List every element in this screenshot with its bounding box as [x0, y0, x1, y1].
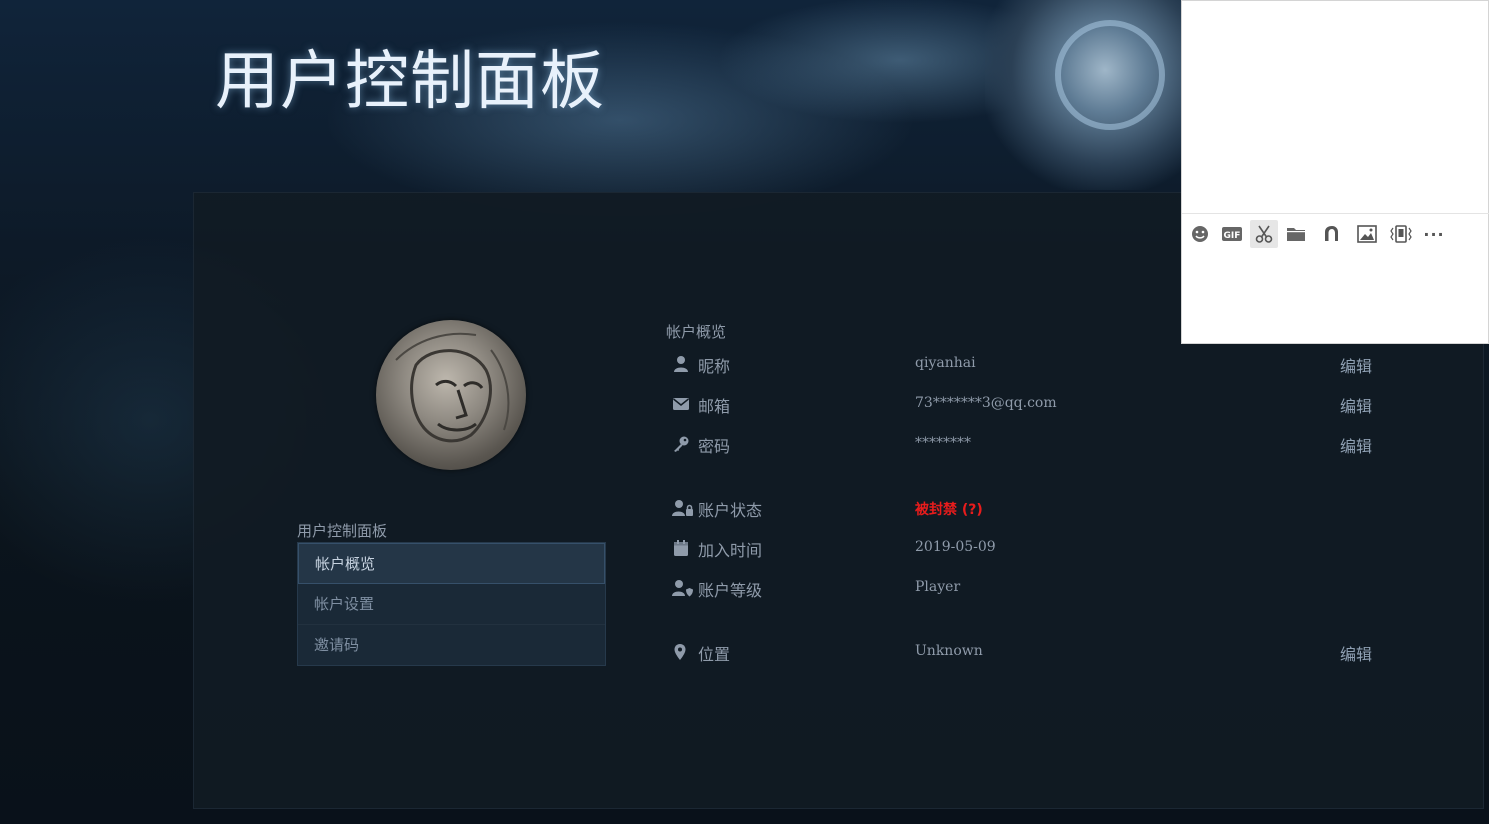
chat-toolbar: GIF ··· [1182, 213, 1489, 253]
page-title: 用户控制面板 [215, 45, 605, 119]
armor-artwork-ring [1055, 20, 1165, 130]
user-shield-icon [672, 579, 694, 597]
music-icon[interactable] [1317, 220, 1345, 248]
password-label: 密码 [698, 437, 731, 456]
emoji-icon[interactable] [1186, 220, 1214, 248]
join-date-value: 2019-05-09 [915, 539, 996, 555]
edit-password-link[interactable]: 编辑 [1340, 433, 1372, 457]
chat-input-window[interactable]: GIF ··· [1181, 0, 1489, 344]
nickname-label: 昵称 [698, 357, 731, 376]
sidebar-menu: 帐户概览 帐户设置 邀请码 [297, 542, 606, 666]
account-level-label: 账户等级 [698, 581, 763, 600]
gif-icon[interactable]: GIF [1218, 220, 1246, 248]
folder-icon[interactable] [1282, 220, 1310, 248]
user-icon [672, 355, 690, 373]
user-lock-icon [672, 499, 694, 517]
email-value: 73*******3@qq.com [915, 395, 1057, 411]
account-level-value: Player [915, 579, 961, 595]
join-date-row: 加入时间 2019-05-09 [672, 536, 1392, 560]
password-value: ******** [915, 435, 971, 451]
shake-icon[interactable] [1387, 220, 1415, 248]
nickname-row: 昵称 qiyanhai 编辑 [672, 352, 1392, 376]
email-label: 邮箱 [698, 397, 731, 416]
password-row: 密码 ******** 编辑 [672, 432, 1392, 456]
edit-nickname-link[interactable]: 编辑 [1340, 353, 1372, 377]
edit-email-link[interactable]: 编辑 [1340, 393, 1372, 417]
avatar-illustration [395, 332, 510, 443]
email-row: 邮箱 73*******3@qq.com 编辑 [672, 392, 1392, 416]
sidebar-heading: 用户控制面板 [297, 522, 388, 540]
location-value: Unknown [915, 643, 983, 659]
edit-location-link[interactable]: 编辑 [1340, 641, 1372, 665]
scissors-icon[interactable] [1250, 220, 1278, 248]
account-level-row: 账户等级 Player [672, 576, 1392, 600]
account-status-value[interactable]: 被封禁 (?) [915, 499, 983, 519]
sidebar-item-invite-code[interactable]: 邀请码 [298, 625, 605, 665]
location-row: 位置 Unknown 编辑 [672, 640, 1392, 664]
more-icon[interactable]: ··· [1420, 220, 1448, 248]
calendar-icon [672, 539, 690, 557]
sidebar-item-account-overview[interactable]: 帐户概览 [298, 543, 605, 584]
nickname-value: qiyanhai [915, 355, 976, 371]
map-marker-icon [672, 643, 690, 661]
key-icon [672, 435, 690, 453]
image-icon[interactable] [1353, 220, 1381, 248]
section-title: 帐户概览 [666, 323, 727, 341]
sidebar-item-account-settings[interactable]: 帐户设置 [298, 584, 605, 625]
svg-text:GIF: GIF [1224, 231, 1241, 241]
envelope-icon [672, 395, 690, 413]
join-date-label: 加入时间 [698, 541, 763, 560]
avatar [376, 320, 526, 470]
account-status-label: 账户状态 [698, 501, 763, 520]
account-status-row: 账户状态 被封禁 (?) [672, 496, 1392, 520]
location-label: 位置 [698, 645, 731, 664]
